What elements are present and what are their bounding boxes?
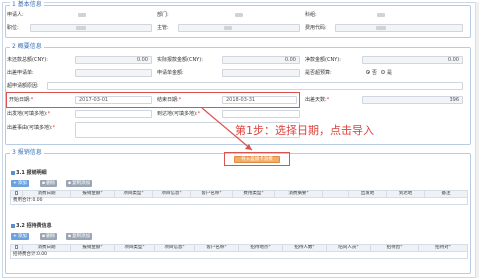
col-cost-type: 费用类型* [232, 189, 275, 199]
copy-icon: ▪ [68, 181, 72, 186]
col-note: 备注 [424, 189, 468, 199]
ent-col-reason: 招待因* [370, 243, 419, 253]
over-budget-yes-radio[interactable] [381, 70, 385, 74]
net-label: 净款金额(CNY): [305, 57, 341, 63]
reimbursement-detail-title: 3.1 报销明细 [11, 170, 47, 176]
col-project-info: 项目信息* [152, 189, 191, 199]
start-date-input[interactable]: 2017-03-01 [75, 96, 152, 104]
cost-code-label: 费用代码: [305, 25, 327, 31]
to-input[interactable] [222, 110, 300, 118]
detail-total: 费用合计:0.00 [10, 197, 468, 206]
subject-value [377, 13, 385, 17]
section-basic-info [5, 5, 471, 38]
applicant-label: 申请人: [7, 12, 24, 18]
position-label: 职位: [7, 25, 19, 31]
position-field [30, 24, 152, 32]
detail-table-header: 消费日期 报销金额* 项目类型* 项目信息* 客户名称* 费用类型* 消费摘要*… [10, 189, 468, 199]
apply-amount-field [222, 69, 300, 77]
entertainment-section-icon [11, 223, 15, 228]
col-date: 消费日期 [22, 189, 71, 199]
ent-add-button[interactable]: +添加 [11, 233, 29, 240]
dept-label: 部门: [157, 12, 169, 18]
trash-icon: ▪ [42, 181, 46, 186]
col-customer: 客户名称* [190, 189, 233, 199]
ent-col-customer: 客户名称* [194, 243, 239, 253]
col-amount: 报销金额* [70, 189, 115, 199]
entertainment-table: 消费日期 报销金额* 项目类型* 项目信息* 客户名称* 招待地点* 招待人数*… [10, 243, 468, 260]
checkbox-icon[interactable] [14, 245, 19, 249]
over-reason-field[interactable] [47, 82, 463, 90]
cost-code-field [335, 24, 463, 32]
detail-total-row: 费用合计:0.00 [10, 197, 468, 206]
copy-icon: ▪ [68, 234, 72, 239]
from-label: 出发地(可填多地):* [7, 111, 51, 117]
over-budget-no-label: 否 [372, 70, 378, 76]
supervisor-label: 主管: [157, 25, 169, 31]
annotation-step-text: 第1步：选择日期，点击导入 [235, 124, 374, 137]
over-reason-label: 超申请额原因: [7, 83, 39, 89]
ent-total: 招待费合计:0.00 [10, 251, 468, 260]
ent-copy-add-button[interactable]: ▪复制添加 [66, 233, 93, 240]
detail-delete-button[interactable]: ▪删除 [40, 180, 58, 187]
ent-col-target: 招待对* [418, 243, 468, 253]
applicant-value [78, 13, 86, 17]
plus-icon: + [13, 234, 17, 239]
trip-apply-field[interactable] [75, 69, 152, 77]
apply-amount-label: 申请单金额: [157, 70, 184, 76]
from-input[interactable] [75, 110, 152, 118]
col-blank [322, 189, 349, 199]
subject-label: 科组: [305, 12, 317, 18]
to-label: 到达地(可填多地):* [157, 111, 201, 117]
ent-total-row: 招待费合计:0.00 [10, 251, 468, 260]
trash-icon: ▪ [42, 234, 46, 239]
checkbox-icon[interactable] [14, 191, 19, 195]
over-budget-no-radio[interactable] [366, 70, 370, 74]
over-budget-label: 是否超预算: [305, 70, 332, 76]
unreimbursed-label: 未还款总额(CNY): [7, 57, 48, 63]
reason-label: 出差事由(可填多地):* [7, 125, 56, 131]
entertainment-table-header: 消费日期 报销金额* 项目类型* 项目信息* 客户名称* 招待地点* 招待人数*… [10, 243, 468, 253]
ent-col-date: 消费日期 [22, 243, 71, 253]
actual-label: 实际报款金额(CNY): [157, 57, 203, 63]
days-field: 396 [362, 96, 463, 104]
ent-col-count: 招待人数* [282, 243, 327, 253]
ent-select-all[interactable] [10, 243, 23, 253]
detail-select-all[interactable] [10, 189, 23, 199]
section-reimbursement-legend: 3 报销信息 [10, 149, 44, 156]
detail-add-button[interactable]: +添加 [11, 180, 29, 187]
supervisor-field [178, 24, 300, 32]
ent-col-project-info: 项目信息* [154, 243, 195, 253]
trip-apply-label: 出差申请单: [7, 70, 34, 76]
over-budget-yes-label: 是 [387, 70, 393, 76]
col-from: 出发地 [348, 189, 387, 199]
detail-section-icon [11, 170, 15, 175]
ent-col-companion: 陪同人员* [326, 243, 371, 253]
col-summary: 消费摘要* [274, 189, 323, 199]
plus-icon: + [13, 181, 17, 186]
end-date-input[interactable]: 2018-03-31 [222, 96, 297, 104]
ent-col-project-type: 项目类型* [114, 243, 155, 253]
col-project-type: 项目类型* [114, 189, 153, 199]
start-date-label: 开始日期:* [9, 97, 34, 103]
section-basic-info-legend: 1 基本信息 [10, 1, 44, 8]
ent-col-location: 招待地点* [238, 243, 283, 253]
entertainment-title: 3.2 招待费信息 [11, 223, 52, 229]
detail-table: 消费日期 报销金额* 项目类型* 项目信息* 客户名称* 费用类型* 消费摘要*… [10, 189, 468, 206]
ent-col-amount: 报销金额* [70, 243, 115, 253]
end-date-label: 结束日期:* [157, 97, 182, 103]
actual-field: 0.00 [222, 56, 300, 64]
section-summary-legend: 2 概要信息 [10, 43, 44, 50]
import-travel-card-button[interactable]: 导入差旅卡消费 [234, 156, 280, 163]
col-to: 到达地 [386, 189, 425, 199]
unreimbursed-field: 0.00 [75, 56, 152, 64]
detail-copy-add-button[interactable]: ▪复制添加 [66, 180, 93, 187]
dept-value [235, 13, 243, 17]
net-field: 0.00 [362, 56, 463, 64]
days-label: 出差天数:* [305, 97, 330, 103]
ent-delete-button[interactable]: ▪删除 [40, 233, 58, 240]
vertical-scrollbar[interactable] [475, 2, 479, 278]
